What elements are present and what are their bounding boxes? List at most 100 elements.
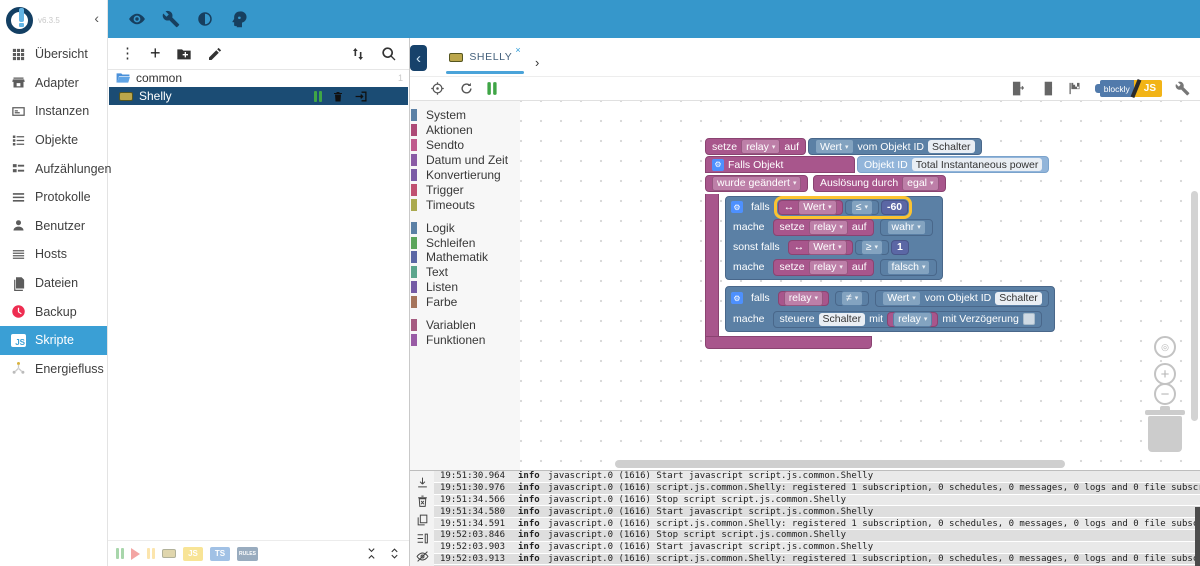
script-pause-icon[interactable]	[314, 91, 322, 102]
expand-all-icon[interactable]	[388, 547, 401, 560]
pause-yellow-icon[interactable]	[147, 548, 155, 559]
center-blocks-icon[interactable]	[430, 81, 445, 96]
block-set-true[interactable]: setze relay auf	[773, 219, 874, 236]
log-row[interactable]: 19:51:34.566 info javascript.0 (1616) St…	[434, 495, 1200, 507]
log-row[interactable]: 19:52:03.913 info javascript.0 (1616) sc…	[434, 554, 1200, 566]
toolbox-category[interactable]: Aktionen	[410, 123, 520, 138]
blockly-js-toggle[interactable]: blockly JS	[1095, 80, 1162, 97]
object-id-field[interactable]: Schalter	[995, 292, 1042, 305]
if-gear-icon[interactable]: ⚙	[731, 201, 743, 213]
delete-script-icon[interactable]	[332, 90, 344, 103]
log-columns-icon[interactable]	[416, 532, 429, 545]
control-object-field[interactable]: Schalter	[819, 313, 866, 326]
toolbox-category[interactable]: System	[410, 108, 520, 123]
sidebar-item-aufzaehlungen[interactable]: Aufzählungen	[0, 154, 107, 183]
tab-shelly[interactable]: SHELLY ×	[446, 42, 524, 72]
settings-wrench-icon[interactable]	[1175, 81, 1190, 96]
sidebar-item-skripte[interactable]: JS Skripte	[0, 326, 107, 355]
sidebar-item-energiefluss[interactable]: Energiefluss	[0, 355, 107, 384]
block-boolean-true[interactable]: wahr	[880, 219, 933, 236]
toolbox-category[interactable]: Listen	[410, 280, 520, 295]
zoom-reset-button[interactable]: ◎	[1154, 336, 1176, 358]
trigger-value-dropdown[interactable]: Wert	[798, 200, 837, 215]
log-row[interactable]: 19:51:34.591 info javascript.0 (1616) sc…	[434, 518, 1200, 530]
block-if-control[interactable]: ⚙ falls relay ≠ Wert vom Objekt ID Schal…	[725, 286, 1055, 332]
ack-dropdown[interactable]: egal	[902, 176, 938, 191]
add-folder-icon[interactable]	[176, 46, 192, 62]
block-get-state-2[interactable]: Wert vom Objekt ID Schalter	[875, 290, 1049, 307]
sidebar-item-benutzer[interactable]: Benutzer	[0, 212, 107, 241]
play-filter-icon[interactable]	[131, 548, 140, 560]
sort-icon[interactable]	[350, 46, 366, 62]
sidebar-collapse-icon[interactable]: ‹	[94, 10, 99, 26]
move-to-icon[interactable]	[354, 90, 368, 103]
ts-filter-chip[interactable]: TS	[210, 547, 230, 561]
sidebar-item-adapter[interactable]: Adapter	[0, 69, 107, 98]
var-dropdown[interactable]: relay	[741, 139, 780, 154]
blockly-canvas[interactable]: setze relay auf Wert vom Objekt ID Schal…	[520, 101, 1200, 470]
toolbox-category[interactable]: Logik	[410, 220, 520, 235]
if-gear-icon[interactable]: ⚙	[731, 292, 743, 304]
compare-op-dropdown[interactable]: ≤	[851, 200, 873, 215]
changed-dropdown[interactable]: wurde geändert	[712, 176, 801, 191]
sidebar-item-protokolle[interactable]: Protokolle	[0, 183, 107, 212]
toolbox-category[interactable]: Konvertierung	[410, 168, 520, 183]
block-var-get[interactable]: relay	[778, 291, 829, 306]
block-get-state[interactable]: Wert vom Objekt ID Schalter	[808, 138, 982, 155]
blockly-filter-icon[interactable]	[162, 549, 176, 558]
object-id-field[interactable]: Schalter	[928, 140, 975, 153]
block-object-id[interactable]: Objekt ID Total Instantaneous power	[857, 156, 1049, 173]
add-script-icon[interactable]: +	[150, 44, 161, 62]
sidebar-item-objekte[interactable]: Objekte	[0, 126, 107, 155]
canvas-horizontal-scrollbar[interactable]	[615, 460, 1065, 468]
js-filter-chip[interactable]: JS	[183, 547, 203, 561]
sidebar-item-instanzen[interactable]: Instanzen	[0, 97, 107, 126]
attr-dropdown[interactable]: Wert	[815, 139, 854, 154]
expert-mode-icon[interactable]	[230, 10, 248, 28]
tree-folder-common[interactable]: common 1	[108, 70, 409, 86]
log-row[interactable]: 19:51:30.976 info javascript.0 (1616) sc…	[434, 483, 1200, 495]
wrench-icon[interactable]	[162, 10, 180, 28]
eye-icon[interactable]	[128, 10, 146, 28]
check-blocks-flag-icon[interactable]	[1067, 81, 1082, 96]
block-number[interactable]: 1	[891, 240, 909, 255]
block-set-variable[interactable]: setze relay auf Wert vom Objekt ID Schal…	[705, 138, 1055, 155]
compare-op-dropdown[interactable]: ≠	[841, 291, 863, 306]
log-row[interactable]: 19:52:03.846 info javascript.0 (1616) St…	[434, 530, 1200, 542]
pause-filter-icon[interactable]	[116, 548, 124, 559]
toolbox-category[interactable]: Farbe	[410, 295, 520, 310]
theme-icon[interactable]	[196, 10, 214, 28]
log-copy-icon[interactable]	[416, 513, 429, 526]
var-dropdown[interactable]: relay	[809, 220, 848, 235]
sidebar-item-dateien[interactable]: Dateien	[0, 269, 107, 298]
import-blocks-icon[interactable]	[1039, 81, 1054, 96]
block-set-false[interactable]: setze relay auf	[773, 259, 874, 276]
sidebar-item-backup[interactable]: Backup	[0, 297, 107, 326]
var-dropdown[interactable]: relay	[809, 260, 848, 275]
trash-can-icon[interactable]	[1148, 416, 1182, 452]
block-var-get[interactable]: relay	[887, 312, 938, 327]
log-clear-icon[interactable]	[416, 495, 429, 508]
export-blocks-icon[interactable]	[1011, 81, 1026, 96]
toolbox-category[interactable]: Trigger	[410, 182, 520, 197]
block-boolean-false[interactable]: falsch	[880, 259, 938, 276]
delay-checkbox[interactable]	[1023, 313, 1035, 325]
log-row[interactable]: 19:51:30.964 info javascript.0 (1616) St…	[434, 471, 1200, 483]
more-menu-icon[interactable]: ⋮	[120, 46, 135, 61]
trigger-value-dropdown[interactable]: Wert	[808, 240, 847, 255]
zoom-in-button[interactable]: +	[1154, 363, 1176, 385]
block-control-state[interactable]: steuere Schalter mit relay mit Verzögeru…	[773, 311, 1042, 328]
sidebar-item-uebersicht[interactable]: Übersicht	[0, 40, 107, 69]
log-row[interactable]: 19:52:03.903 info javascript.0 (1616) St…	[434, 542, 1200, 554]
toolbox-category[interactable]: Text	[410, 265, 520, 280]
zoom-out-button[interactable]: −	[1154, 383, 1176, 405]
log-row[interactable]: 19:51:34.580 info javascript.0 (1616) St…	[434, 506, 1200, 518]
tabs-scroll-icon[interactable]: ›	[535, 55, 539, 70]
canvas-vertical-scrollbar[interactable]	[1191, 191, 1198, 421]
hide-explorer-button[interactable]: ‹	[410, 45, 427, 71]
edit-pencil-icon[interactable]	[207, 46, 223, 62]
block-trigger-on-change[interactable]: ⚙ Falls Objekt Objekt ID Total Instantan…	[705, 156, 1055, 349]
refresh-icon[interactable]	[459, 81, 474, 96]
log-hide-eye-icon[interactable]	[416, 550, 429, 563]
toolbox-category[interactable]: Timeouts	[410, 197, 520, 212]
